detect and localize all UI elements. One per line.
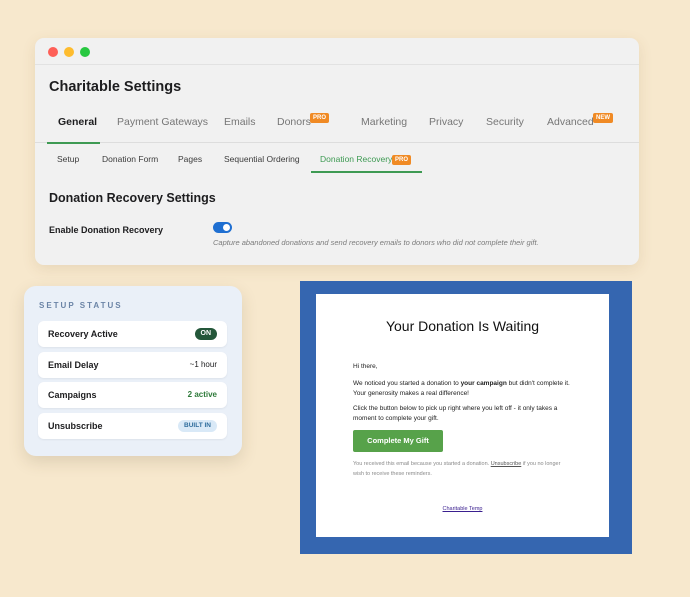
email-text-span: but didn't complete it. [506, 380, 570, 387]
email-footer-text: wish to receive these reminders. [353, 471, 432, 477]
email-text-span: Your generosity makes a real difference! [353, 390, 469, 397]
status-label: Recovery Active [48, 329, 118, 339]
subtab-pages[interactable]: Pages [178, 154, 202, 164]
maximize-window-button[interactable] [80, 47, 90, 57]
status-row-unsubscribe: Unsubscribe BUILT IN [38, 413, 227, 439]
tab-payment-gateways[interactable]: Payment Gateways [117, 116, 208, 128]
tab-marketing[interactable]: Marketing [361, 116, 407, 128]
minimize-window-button[interactable] [64, 47, 74, 57]
email-preview: Your Donation Is Waiting Hi there, We no… [316, 294, 609, 537]
tab-emails[interactable]: Emails [224, 116, 256, 128]
unsubscribe-link[interactable]: Unsubscribe [491, 461, 522, 467]
donors-pro-badge: PRO [310, 113, 330, 123]
email-text-span: moment to complete your gift. [353, 415, 439, 422]
window-titlebar [35, 38, 639, 65]
status-row-campaigns: Campaigns 2 active [38, 382, 227, 408]
subtab-donation-recovery[interactable]: Donation Recovery [320, 154, 392, 164]
status-value: 2 active [187, 390, 217, 399]
status-row-recovery-active: Recovery Active ON [38, 321, 227, 347]
enable-donation-recovery-toggle[interactable] [213, 222, 232, 233]
tab-donors[interactable]: Donors [277, 116, 311, 128]
setup-status-card: SETUP STATUS Recovery Active ON Email De… [24, 286, 242, 456]
tab-general[interactable]: General [58, 116, 97, 128]
charitable-temp-link[interactable]: Charitable Temp [316, 506, 609, 512]
email-text-span: We noticed you started a donation to [353, 380, 461, 387]
active-subtab-indicator [311, 171, 422, 173]
close-window-button[interactable] [48, 47, 58, 57]
email-title: Your Donation Is Waiting [385, 318, 540, 334]
campaign-name: your campaign [460, 380, 507, 387]
advanced-new-badge: NEW [593, 113, 613, 123]
complete-my-gift-button[interactable]: Complete My Gift [353, 430, 443, 452]
status-built-in-badge: BUILT IN [178, 420, 217, 432]
tab-advanced[interactable]: Advanced [547, 116, 594, 128]
status-label: Campaigns [48, 390, 97, 400]
enable-donation-recovery-label: Enable Donation Recovery [49, 225, 164, 235]
email-footer-text: You received this email because you star… [353, 461, 491, 467]
status-label: Email Delay [48, 360, 99, 370]
enable-donation-recovery-description: Capture abandoned donations and send rec… [213, 238, 539, 247]
email-greeting: Hi there, [353, 363, 378, 370]
tab-security[interactable]: Security [486, 116, 524, 128]
email-paragraph-2: Click the button below to pick up right … [353, 404, 557, 424]
settings-window: Charitable Settings General Payment Gate… [35, 38, 639, 265]
section-title: Donation Recovery Settings [49, 191, 216, 205]
status-on-badge: ON [194, 328, 217, 340]
app-title: Charitable Settings [49, 79, 182, 95]
email-text-span: Click the button below to pick up right … [353, 405, 558, 412]
main-tabs: General Payment Gateways Emails Donors P… [35, 112, 639, 143]
subtab-sequential-ordering[interactable]: Sequential Ordering [224, 154, 300, 164]
setup-status-heading: SETUP STATUS [39, 301, 123, 310]
subtab-setup[interactable]: Setup [57, 154, 79, 164]
tab-privacy[interactable]: Privacy [429, 116, 463, 128]
subtab-donation-form[interactable]: Donation Form [102, 154, 158, 164]
email-paragraph-1: We noticed you started a donation to you… [353, 379, 570, 399]
donation-recovery-pro-badge: PRO [392, 155, 412, 165]
email-footer-text: if you no longer [521, 461, 561, 467]
status-row-email-delay: Email Delay ~1 hour [38, 352, 227, 378]
status-value: ~1 hour [189, 360, 217, 369]
toggle-knob [223, 224, 230, 231]
email-preview-frame: Your Donation Is Waiting Hi there, We no… [300, 281, 632, 554]
status-label: Unsubscribe [48, 421, 103, 431]
email-footer: You received this email because you star… [353, 459, 560, 479]
active-tab-indicator [47, 142, 100, 144]
